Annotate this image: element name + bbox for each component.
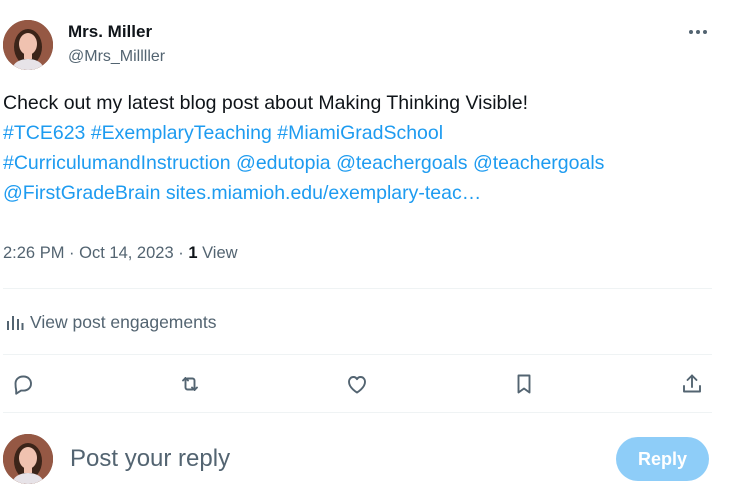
share-button[interactable] — [677, 369, 707, 399]
post-date[interactable]: Oct 14, 2023 — [79, 244, 173, 262]
hashtag-link[interactable]: #MiamiGradSchool — [277, 122, 443, 144]
repost-icon — [182, 377, 198, 391]
reply-submit-button[interactable]: Reply — [616, 437, 709, 481]
views-label: View — [202, 244, 238, 262]
post-meta: 2:26 PM · Oct 14, 2023 · 1 View — [3, 244, 238, 263]
author-avatar[interactable] — [3, 20, 53, 70]
meta-separator: · — [178, 244, 184, 262]
mention-link[interactable]: @teachergoals — [473, 152, 604, 174]
bookmark-button[interactable] — [509, 369, 539, 399]
bookmark-icon — [517, 374, 531, 394]
meta-separator: · — [69, 244, 75, 262]
reply-input[interactable] — [70, 441, 570, 477]
more-icon — [689, 30, 707, 34]
like-button[interactable] — [342, 369, 372, 399]
current-user-avatar — [3, 434, 53, 484]
like-icon — [348, 376, 366, 394]
share-icon — [683, 374, 701, 393]
mention-link[interactable]: @FirstGradeBrain — [3, 182, 160, 204]
post-text: Check out my latest blog post about Maki… — [3, 88, 713, 208]
repost-button[interactable] — [175, 369, 205, 399]
view-engagements-link[interactable]: View post engagements — [6, 308, 216, 336]
divider — [3, 288, 712, 289]
analytics-icon — [7, 316, 24, 330]
hashtag-link[interactable]: #ExemplaryTeaching — [91, 122, 272, 144]
reply-button[interactable] — [8, 369, 38, 399]
reply-icon — [14, 375, 32, 395]
mention-link[interactable]: @edutopia — [236, 152, 331, 174]
more-options-button[interactable] — [683, 20, 713, 44]
hashtag-link[interactable]: #CurriculumandInstruction — [3, 152, 231, 174]
author-display-name[interactable]: Mrs. Miller — [68, 22, 152, 42]
post-time[interactable]: 2:26 PM — [3, 244, 64, 262]
divider — [3, 412, 712, 413]
hashtag-link[interactable]: #TCE623 — [3, 122, 85, 144]
views-count: 1 — [188, 244, 198, 262]
mention-link[interactable]: @teachergoals — [336, 152, 467, 174]
divider — [3, 354, 712, 355]
post-text-body: Check out my latest blog post about Maki… — [3, 92, 528, 114]
url-link[interactable]: sites.miamioh.edu/exemplary-teac… — [166, 182, 481, 204]
engagements-label: View post engagements — [30, 311, 217, 332]
author-handle[interactable]: @Mrs_Millller — [68, 48, 165, 66]
